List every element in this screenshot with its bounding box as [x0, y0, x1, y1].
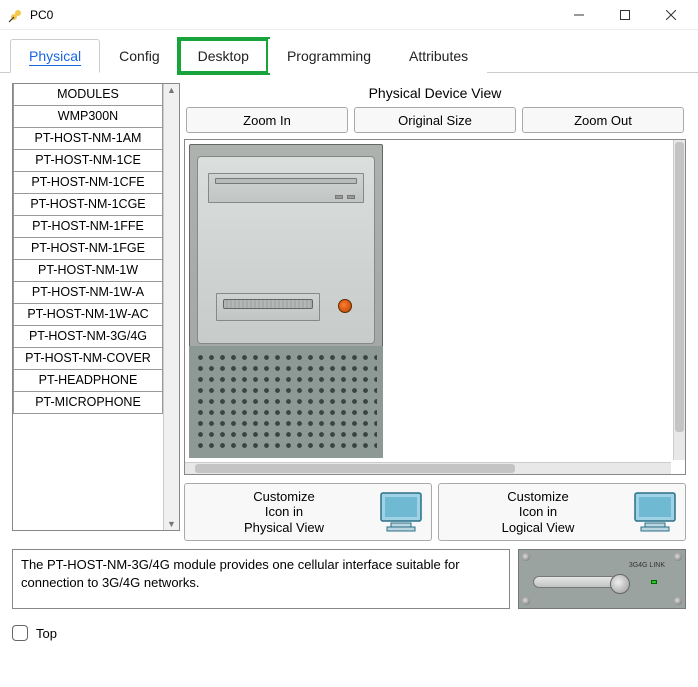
window-close-button[interactable]	[648, 0, 694, 30]
customize-icon-physical-view-button[interactable]: Customize Icon in Physical View	[184, 483, 432, 541]
zoom-in-button[interactable]: Zoom In	[186, 107, 348, 133]
power-button-icon	[338, 299, 352, 313]
tab-config[interactable]: Config	[100, 39, 178, 73]
module-item[interactable]: PT-MICROPHONE	[13, 392, 163, 414]
module-item[interactable]: PT-HOST-NM-1CFE	[13, 172, 163, 194]
titlebar: PC0	[0, 0, 698, 30]
module-item[interactable]: PT-HOST-NM-1W-AC	[13, 304, 163, 326]
module-description: The PT-HOST-NM-3G/4G module provides one…	[12, 549, 510, 609]
module-item[interactable]: PT-HEADPHONE	[13, 370, 163, 392]
tab-physical[interactable]: Physical	[10, 39, 100, 73]
module-item[interactable]: PT-HOST-NM-COVER	[13, 348, 163, 370]
module-item[interactable]: MODULES	[13, 84, 163, 106]
module-item[interactable]: PT-HOST-NM-1W-A	[13, 282, 163, 304]
window-minimize-button[interactable]	[556, 0, 602, 30]
top-checkbox-label: Top	[36, 626, 57, 641]
module-item[interactable]: PT-HOST-NM-1W	[13, 260, 163, 282]
original-size-button[interactable]: Original Size	[354, 107, 516, 133]
scroll-up-icon[interactable]: ▲	[164, 84, 179, 96]
module-item[interactable]: PT-HOST-NM-1FFE	[13, 216, 163, 238]
device-view-hscrollbar[interactable]	[185, 462, 671, 474]
module-item[interactable]: PT-HOST-NM-1CGE	[13, 194, 163, 216]
vent-grille-icon	[189, 346, 383, 458]
module-item[interactable]: WMP300N	[13, 106, 163, 128]
scroll-down-icon[interactable]: ▼	[164, 518, 179, 530]
monitor-icon	[377, 491, 425, 533]
app-icon	[8, 7, 24, 23]
physical-device-view-title: Physical Device View	[184, 83, 686, 107]
module-preview[interactable]: 3G4G LINK	[518, 549, 686, 609]
customize-physical-label: Customize Icon in Physical View	[191, 489, 377, 536]
cd-drive-icon	[208, 173, 364, 203]
monitor-icon	[631, 491, 679, 533]
link-led-icon	[651, 580, 657, 584]
antenna-icon	[533, 576, 617, 588]
floppy-drive-icon	[216, 293, 320, 321]
module-item[interactable]: PT-HOST-NM-1CE	[13, 150, 163, 172]
tab-bar: PhysicalConfigDesktopProgrammingAttribut…	[0, 30, 698, 73]
module-list: MODULESWMP300NPT-HOST-NM-1AMPT-HOST-NM-1…	[12, 83, 180, 531]
module-preview-label: 3G4G LINK	[629, 562, 665, 570]
window-maximize-button[interactable]	[602, 0, 648, 30]
pc-tower-graphic	[189, 144, 383, 458]
customize-icon-logical-view-button[interactable]: Customize Icon in Logical View	[438, 483, 686, 541]
zoom-out-button[interactable]: Zoom Out	[522, 107, 684, 133]
module-item[interactable]: PT-HOST-NM-1FGE	[13, 238, 163, 260]
tab-attributes[interactable]: Attributes	[390, 39, 487, 73]
top-checkbox[interactable]	[12, 625, 28, 641]
device-view-canvas[interactable]	[184, 139, 686, 475]
customize-logical-label: Customize Icon in Logical View	[445, 489, 631, 536]
window-title: PC0	[30, 8, 53, 22]
tab-desktop[interactable]: Desktop	[179, 39, 268, 73]
module-item[interactable]: PT-HOST-NM-3G/4G	[13, 326, 163, 348]
module-item[interactable]: PT-HOST-NM-1AM	[13, 128, 163, 150]
tab-programming[interactable]: Programming	[268, 39, 390, 73]
module-list-scrollbar[interactable]: ▲ ▼	[163, 84, 179, 530]
device-view-vscrollbar[interactable]	[673, 140, 685, 460]
